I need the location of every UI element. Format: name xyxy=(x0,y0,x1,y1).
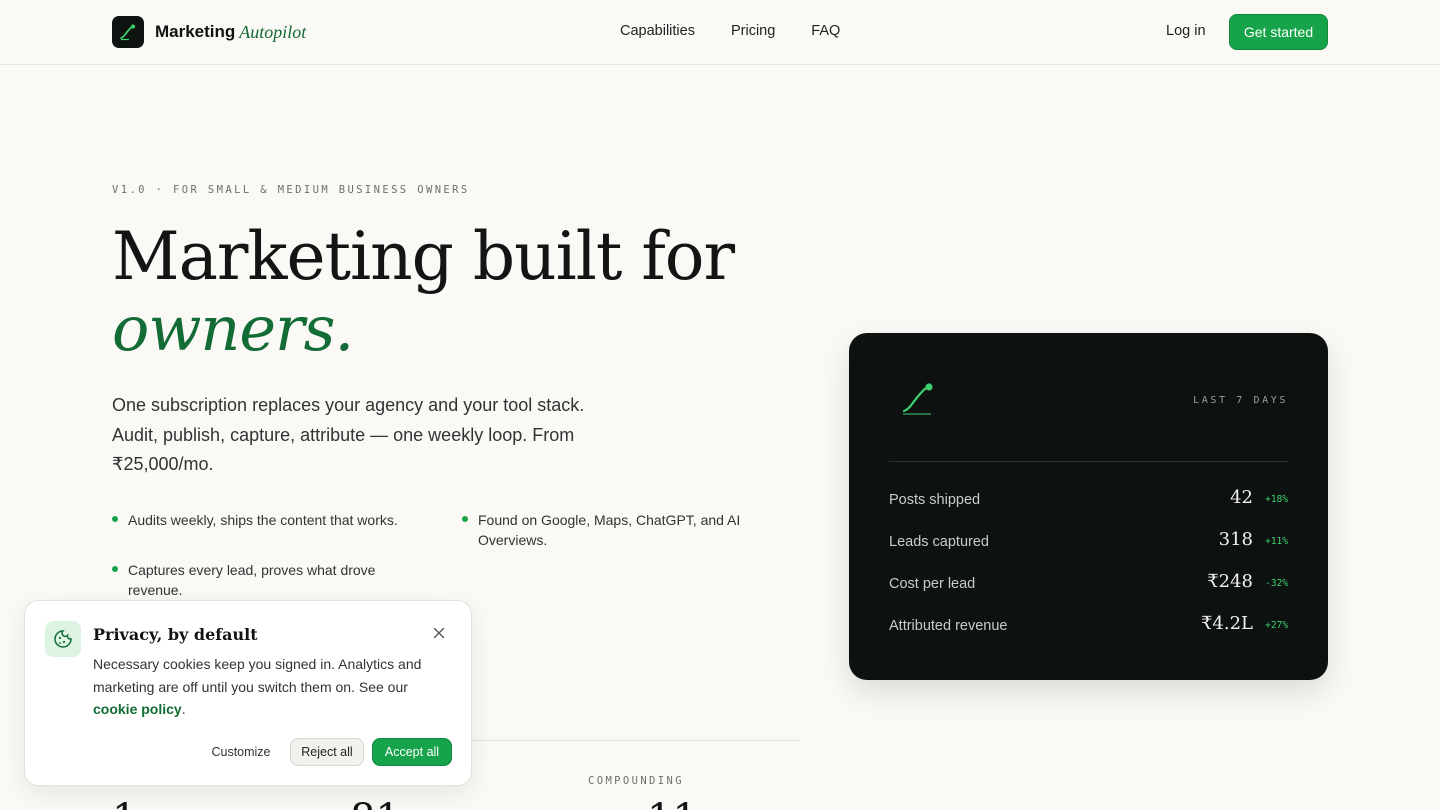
nav-pricing[interactable]: Pricing xyxy=(731,23,775,39)
cookie-banner-title: Privacy, by default xyxy=(93,625,258,644)
hero-subtitle: One subscription replaces your agency an… xyxy=(112,395,585,474)
brand-name-accent: Autopilot xyxy=(239,21,307,42)
metric-row: Attributed revenue ₹4.2L +27% xyxy=(889,613,1288,641)
metric-value: ₹4.2L xyxy=(1200,613,1253,634)
metric-label: Cost per lead xyxy=(889,576,976,592)
hero-eyebrow: V1.0 · FOR SMALL & MEDIUM BUSINESS OWNER… xyxy=(112,184,470,196)
close-icon[interactable] xyxy=(431,625,447,641)
main-nav: Capabilities Pricing FAQ xyxy=(620,23,840,39)
compounding-label: COMPOUNDING xyxy=(588,775,684,787)
cookie-policy-link[interactable]: cookie policy xyxy=(93,701,182,717)
section-divider xyxy=(470,740,800,741)
metric-delta: +18% xyxy=(1265,494,1288,505)
metric-value: 42 xyxy=(1230,487,1253,508)
metric-label: Attributed revenue xyxy=(889,618,1008,634)
metric-row: Cost per lead ₹248 -32% xyxy=(889,571,1288,599)
hero-title: Marketing built for xyxy=(112,218,735,295)
metric-value: ₹248 xyxy=(1207,571,1253,592)
metric-row: Posts shipped 42 +18% xyxy=(889,487,1288,515)
feature-item-audits: Audits weekly, ships the content that wo… xyxy=(112,510,432,530)
reject-all-button[interactable]: Reject all xyxy=(290,738,364,766)
accept-all-button[interactable]: Accept all xyxy=(372,738,452,766)
feature-item-captures: Captures every lead, proves what drove r… xyxy=(112,560,412,600)
site-header: Marketing Autopilot Capabilities Pricing… xyxy=(0,0,1440,65)
metric-row: Leads captured 318 +11% xyxy=(889,529,1288,557)
date-range-label: LAST 7 DAYS xyxy=(1193,395,1288,406)
cookie-banner-text: Necessary cookies keep you signed in. An… xyxy=(93,653,433,721)
metric-delta: -32% xyxy=(1265,578,1288,589)
cookie-banner: Privacy, by default Necessary cookies ke… xyxy=(24,600,472,786)
stats-card: LAST 7 DAYS Posts shipped 42 +18% Leads … xyxy=(849,333,1328,680)
nav-capabilities[interactable]: Capabilities xyxy=(620,23,695,39)
nav-faq[interactable]: FAQ xyxy=(811,23,840,39)
cookie-banner-body: Necessary cookies keep you signed in. An… xyxy=(93,656,422,695)
get-started-button[interactable]: Get started xyxy=(1229,14,1328,50)
metric-label: Leads captured xyxy=(889,534,989,550)
metric-label: Posts shipped xyxy=(889,492,981,508)
metric-delta: +11% xyxy=(1265,536,1288,547)
hero-title-accent: owners. xyxy=(112,292,354,365)
cookie-banner-suffix: . xyxy=(181,701,186,717)
trend-line-icon xyxy=(112,16,144,48)
brand-name: Marketing xyxy=(155,22,236,41)
metric-delta: +27% xyxy=(1265,620,1288,631)
feature-item-found: Found on Google, Maps, ChatGPT, and AI O… xyxy=(462,510,782,550)
metric-value: 318 xyxy=(1218,529,1253,550)
cookie-icon xyxy=(45,621,81,657)
trend-line-icon xyxy=(899,383,937,422)
login-link[interactable]: Log in xyxy=(1166,23,1206,39)
big-number: 1 xyxy=(112,796,137,810)
big-numbers-row: 1 81 11 xyxy=(112,796,802,810)
customize-button[interactable]: Customize xyxy=(201,738,281,766)
card-divider xyxy=(889,461,1288,462)
big-number: 11 xyxy=(647,796,698,810)
brand-logo[interactable]: Marketing Autopilot xyxy=(112,16,306,48)
big-number: 81 xyxy=(350,796,401,810)
